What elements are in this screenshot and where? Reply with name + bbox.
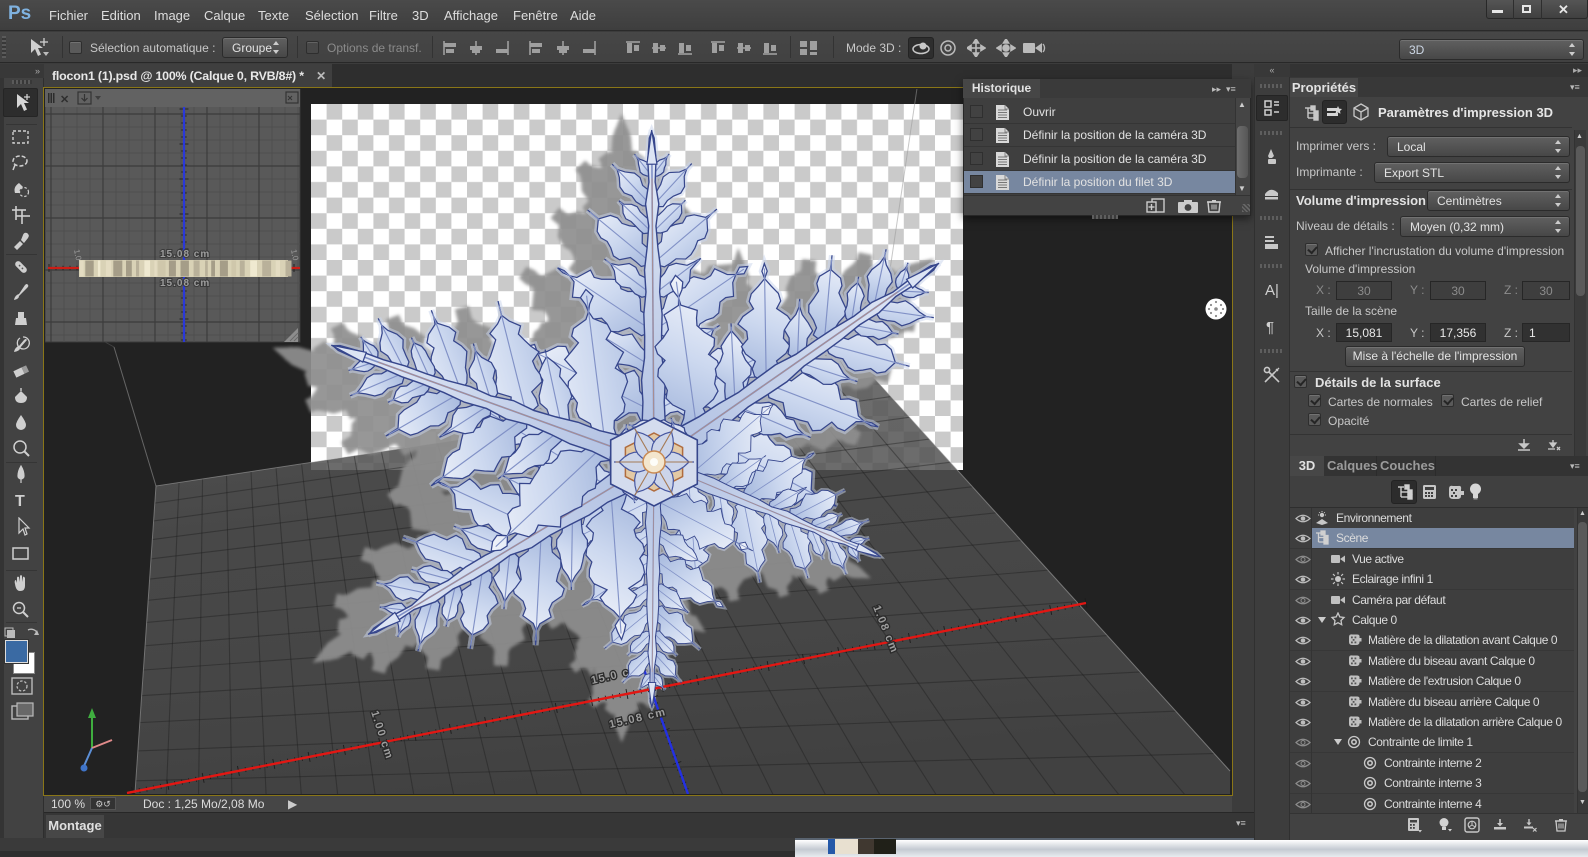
svg-text:T: T [15,493,25,510]
svg-text:A|: A| [1265,282,1279,299]
svg-text:15.08 cm: 15.08 cm [160,249,210,260]
svg-text:¶: ¶ [1266,319,1274,336]
svg-text:15.08 cm: 15.08 cm [160,278,210,289]
svg-text:✕: ✕ [60,94,69,106]
